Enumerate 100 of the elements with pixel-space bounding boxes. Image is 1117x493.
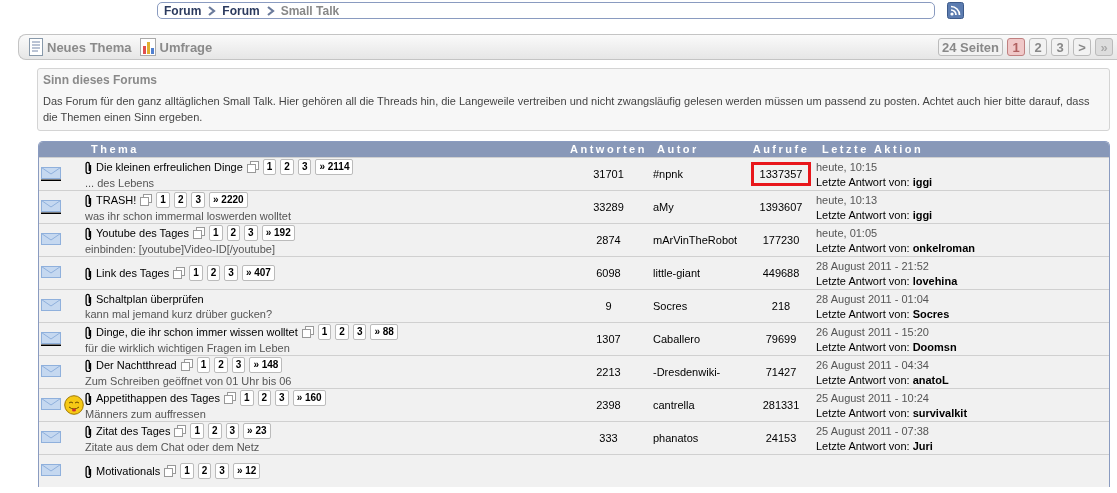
- view-count: 71427: [764, 365, 798, 380]
- view-count: 281331: [761, 398, 801, 413]
- last-page-link[interactable]: » 12: [232, 463, 261, 479]
- page-link[interactable]: 1: [317, 324, 332, 340]
- paperclip-icon: [85, 358, 92, 372]
- last-post-date: 28 August 2011 - 21:52: [816, 259, 930, 272]
- page-link[interactable]: 3: [244, 225, 258, 241]
- page-link[interactable]: 2: [173, 192, 188, 208]
- paperclip-icon: [85, 391, 92, 405]
- page-link[interactable]: 3: [215, 463, 229, 479]
- page-link[interactable]: 3: [191, 192, 206, 208]
- bar-chart-icon: [139, 37, 157, 57]
- topic-description: einbinden: [youtube]Video-ID[/youtube]: [85, 243, 276, 255]
- page-link[interactable]: 1: [180, 463, 194, 479]
- page-link[interactable]: 1: [189, 265, 203, 281]
- pages-icon: [173, 267, 186, 279]
- page-link[interactable]: 3: [352, 324, 367, 340]
- pages-icon: [140, 194, 153, 206]
- reply-count: 2398: [596, 399, 621, 411]
- topic-title[interactable]: Schaltplan überprüfen: [96, 293, 204, 305]
- page-link[interactable]: 3: [297, 159, 312, 175]
- info-title: Sinn dieses Forums: [43, 73, 159, 87]
- page-link[interactable]: 2: [206, 265, 221, 281]
- paperclip-icon: [85, 325, 92, 339]
- page-link[interactable]: 2: [207, 423, 222, 439]
- topic-title[interactable]: Motivationals: [96, 465, 161, 477]
- page-link[interactable]: 2: [257, 390, 272, 406]
- topic-title[interactable]: Die kleinen erfreulichen Dinge: [96, 161, 243, 173]
- last-reply-by: Letzte Antwort von: onkelroman: [816, 241, 976, 254]
- author-name[interactable]: phanatos: [653, 432, 699, 444]
- page-link[interactable]: 1: [190, 423, 204, 439]
- chevron-icon: [265, 5, 275, 16]
- last-post-date: heute, 10:15: [816, 160, 879, 173]
- last-reply-by: Letzte Antwort von: survivalkit: [816, 406, 969, 419]
- topic-title[interactable]: Der Nachtthread: [96, 359, 177, 371]
- page-link[interactable]: 1: [239, 390, 254, 406]
- breadcrumb-link[interactable]: Small Talk: [280, 3, 340, 18]
- topic-title[interactable]: Youtube des Tages: [96, 227, 189, 239]
- pages-icon: [301, 326, 314, 338]
- column-header: Letzte Aktion: [821, 142, 925, 157]
- last-post-date: 25 August 2011 - 10:24: [816, 391, 930, 404]
- document-icon: [27, 37, 44, 57]
- topic-title[interactable]: Appetithappen des Tages: [96, 392, 220, 404]
- page-link[interactable]: 1: [196, 357, 211, 373]
- view-count: 218: [770, 299, 792, 314]
- author-name[interactable]: aMy: [653, 201, 674, 213]
- topic-description: kann mal jemand kurz drüber gucken?: [85, 307, 274, 320]
- last-reply-by: Letzte Antwort von: lovehina: [816, 274, 959, 287]
- reply-count: 9: [605, 300, 612, 312]
- page-link[interactable]: 3: [225, 423, 240, 439]
- reply-count: 31701: [593, 168, 624, 180]
- topic-title[interactable]: Dinge, die ihr schon immer wissen wolltet: [96, 326, 298, 338]
- highlighted-view-count: 1337357: [750, 162, 812, 186]
- column-header: Aufrufe: [751, 142, 811, 157]
- page-link[interactable]: 2: [214, 357, 228, 373]
- last-reply-by: Letzte Antwort von: anatoL: [816, 373, 950, 386]
- pages-icon: [164, 465, 177, 477]
- author-name[interactable]: Socres: [653, 300, 688, 312]
- rss-icon: [947, 2, 964, 19]
- page-link[interactable]: 2: [226, 225, 241, 241]
- page-link[interactable]: 1: [209, 225, 223, 241]
- author-name[interactable]: Caballero: [653, 333, 701, 345]
- view-count: 79699: [764, 332, 798, 347]
- reply-count: 2874: [596, 234, 621, 246]
- page-link[interactable]: 3: [275, 390, 289, 406]
- breadcrumb-link[interactable]: Forum: [164, 3, 202, 18]
- page-link[interactable]: 3: [231, 357, 246, 373]
- page-link[interactable]: 2: [197, 463, 212, 479]
- last-page-link[interactable]: » 2220: [209, 192, 248, 208]
- last-page-link[interactable]: » 2114: [315, 159, 354, 175]
- last-page-link[interactable]: » 23: [243, 423, 271, 439]
- topic-title[interactable]: Link des Tages: [96, 267, 170, 279]
- breadcrumb-link[interactable]: Forum: [222, 3, 260, 18]
- view-count: 24153: [764, 431, 798, 446]
- page-link[interactable]: 1: [156, 192, 170, 208]
- topic-title[interactable]: Zitat des Tages: [96, 425, 171, 437]
- last-page-link[interactable]: » 407: [241, 265, 275, 281]
- last-page-link[interactable]: » 148: [249, 357, 283, 373]
- last-reply-by: Letzte Antwort von: Doomsn: [816, 340, 958, 353]
- last-page-link[interactable]: » 192: [261, 225, 295, 241]
- author-name[interactable]: -Dresdenwiki-: [653, 366, 721, 378]
- last-page-link[interactable]: » 160: [292, 390, 326, 406]
- page-link[interactable]: 2: [335, 324, 349, 340]
- view-count: 177230: [761, 233, 801, 248]
- topic-description: Zitate aus dem Chat oder dem Netz: [85, 441, 261, 453]
- page-link[interactable]: 2: [280, 159, 294, 175]
- author-name[interactable]: cantrella: [653, 399, 695, 411]
- page-link[interactable]: 3: [224, 265, 238, 281]
- paperclip-icon: [85, 193, 92, 207]
- topic-description: ... des Lebens: [85, 177, 156, 189]
- author-name[interactable]: little-giant: [653, 267, 701, 279]
- topic-title[interactable]: TRASH!: [96, 194, 137, 206]
- author-name[interactable]: #npnk: [653, 168, 683, 180]
- author-name[interactable]: mArVinTheRobot: [653, 234, 738, 246]
- pages-icon: [246, 161, 259, 173]
- pages-icon: [174, 425, 187, 437]
- last-page-link[interactable]: » 88: [370, 324, 398, 340]
- page-link[interactable]: 1: [262, 159, 277, 175]
- last-reply-by: Letzte Antwort von: Juri: [816, 439, 934, 452]
- topic-description: was ihr schon immermal loswerden wolltet: [85, 210, 292, 222]
